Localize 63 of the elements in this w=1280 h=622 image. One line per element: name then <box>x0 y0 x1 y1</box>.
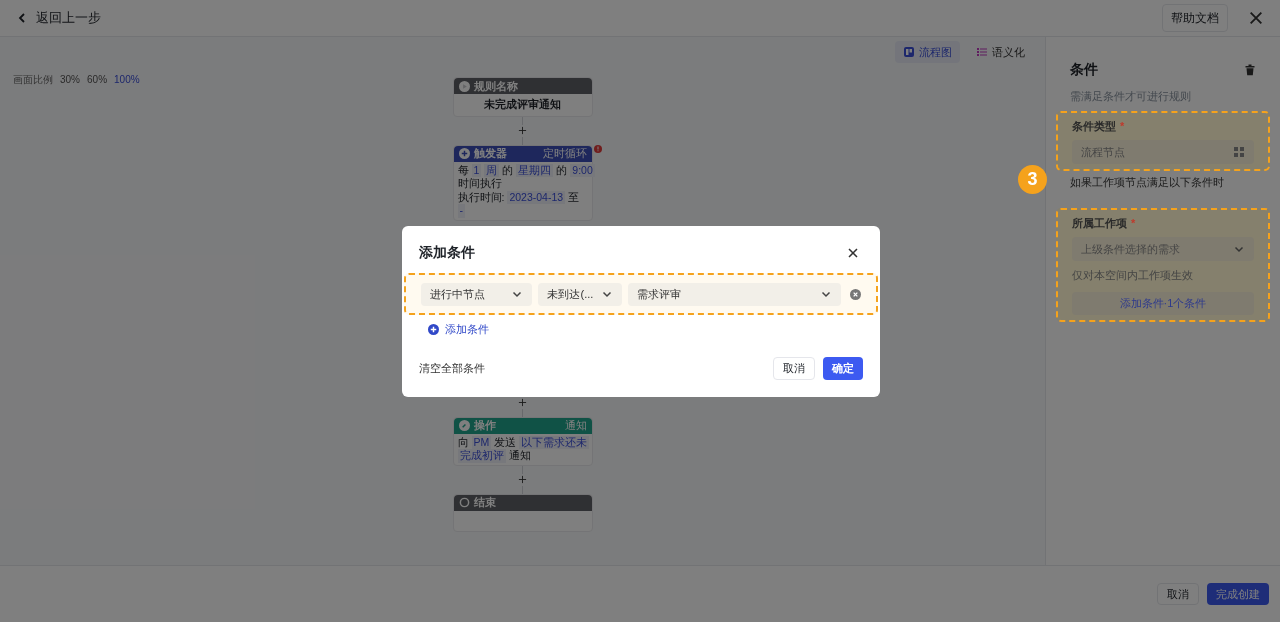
node-tag: 通知 <box>564 417 587 434</box>
node-title: 规则名称 <box>473 78 518 94</box>
plus-circle-icon <box>428 323 439 335</box>
node-text: 发送 <box>494 435 517 449</box>
play-icon <box>458 80 470 92</box>
help-button[interactable]: 帮助文档 <box>1162 4 1228 32</box>
zoom-option[interactable]: 100% <box>114 72 140 87</box>
required-mark: * <box>1131 216 1136 229</box>
board-icon <box>903 46 915 58</box>
plus-circle-icon <box>458 148 470 159</box>
required-mark: * <box>1120 119 1125 132</box>
node-text: 未完成评审通知 <box>484 98 561 112</box>
node-tag: 定时循环 <box>542 145 587 162</box>
node-text: 向 <box>457 435 469 449</box>
cancel-button[interactable]: 取消 <box>773 357 815 380</box>
node-title: 触发器 <box>473 146 507 162</box>
value-token: 完成初评 <box>457 449 506 463</box>
select-field[interactable]: 需求评审 <box>628 282 841 306</box>
field-label: 所属工作项 * <box>1072 215 1137 231</box>
value-token: - <box>457 204 465 218</box>
node-text: 执行时间: <box>457 190 505 204</box>
close-icon[interactable] <box>847 246 859 259</box>
select-field[interactable]: 未到达(... <box>538 282 623 306</box>
dialog-title: 添加条件 <box>419 243 475 262</box>
add-node-icon[interactable] <box>516 124 529 137</box>
cancel-button[interactable]: 取消 <box>1157 583 1199 605</box>
back-icon <box>16 12 28 24</box>
add-node-icon[interactable] <box>516 473 529 486</box>
add-condition-button[interactable]: 添加条件·1个条件 <box>1072 291 1254 315</box>
value-token: 星期四 <box>516 163 554 177</box>
node-text: 每 <box>457 163 469 177</box>
clear-all-link[interactable]: 清空全部条件 <box>419 360 485 377</box>
add-node-icon[interactable] <box>516 396 529 409</box>
field-label: 条件类型 * <box>1072 118 1126 134</box>
zoom-option[interactable]: 30% <box>60 72 80 87</box>
submit-button[interactable]: 完成创建 <box>1207 583 1269 605</box>
node-title: 结束 <box>473 495 496 511</box>
node-text: 至 <box>568 190 580 204</box>
node-title: 操作 <box>473 418 496 434</box>
value-token: 9:00 <box>570 163 595 177</box>
add-condition-link[interactable]: 添加条件 <box>428 321 489 338</box>
trash-icon[interactable] <box>1244 63 1256 76</box>
zoom-option[interactable]: 60% <box>87 72 108 87</box>
value-token: 周 <box>484 163 500 177</box>
node-text: 通知 <box>508 449 531 463</box>
remove-icon[interactable] <box>850 288 861 300</box>
value-token: PM <box>471 435 492 449</box>
node-text: 的 <box>502 163 514 177</box>
view-tab[interactable]: 语义化 <box>968 40 1033 64</box>
list-icon <box>976 46 988 58</box>
field-hint: 如果工作项节点满足以下条件时 <box>1070 175 1225 190</box>
value-token: 1 <box>471 163 482 177</box>
circle-icon <box>458 497 470 508</box>
value-token: 2023-04-13 <box>507 190 566 204</box>
panel-title: 条件 <box>1070 60 1098 79</box>
select-field[interactable]: 进行中节点 <box>421 282 533 306</box>
value-token: 以下需求还未 <box>519 435 590 449</box>
grid-icon <box>1233 146 1245 158</box>
node-text: 的 <box>556 163 568 177</box>
view-tab[interactable]: 流程图 <box>895 40 960 64</box>
zoom-label: 画面比例 <box>13 73 53 87</box>
confirm-button[interactable]: 确定 <box>823 357 863 380</box>
node-text: 时间执行 <box>457 177 502 191</box>
